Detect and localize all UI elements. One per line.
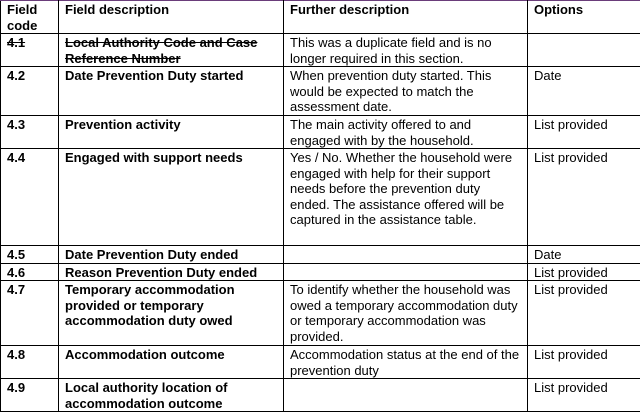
table-row: 4.3 Prevention activity The main activit… <box>1 116 640 149</box>
field-definitions-table: Field code Field description Further des… <box>0 0 640 412</box>
options-cell: Date <box>528 67 640 116</box>
field-code-cell: 4.9 <box>1 379 59 412</box>
header-options: Options <box>528 1 640 34</box>
further-description-cell: To identify whether the household was ow… <box>284 281 528 346</box>
field-description-cell: Date Prevention Duty started <box>59 67 284 116</box>
field-code-cell: 4.6 <box>1 263 59 281</box>
field-code-cell: 4.3 <box>1 116 59 149</box>
field-description-cell: Reason Prevention Duty ended <box>59 263 284 281</box>
field-description-cell: Local Authority Code and Case Reference … <box>59 34 284 67</box>
table-row: 4.8 Accommodation outcome Accommodation … <box>1 346 640 379</box>
options-cell: List provided <box>528 379 640 412</box>
header-row: Field code Field description Further des… <box>1 1 640 34</box>
further-description-cell: Accommodation status at the end of the p… <box>284 346 528 379</box>
further-description-cell <box>284 379 528 412</box>
field-description-cell: Temporary accommodation provided or temp… <box>59 281 284 346</box>
table-row: 4.1 Local Authority Code and Case Refere… <box>1 34 640 67</box>
field-code-cell: 4.1 <box>1 34 59 67</box>
options-cell: List provided <box>528 281 640 346</box>
table-row: 4.5 Date Prevention Duty ended Date <box>1 246 640 264</box>
table-row: 4.6 Reason Prevention Duty ended List pr… <box>1 263 640 281</box>
field-code-cell: 4.2 <box>1 67 59 116</box>
field-code-cell: 4.7 <box>1 281 59 346</box>
table-row: 4.4 Engaged with support needs Yes / No.… <box>1 149 640 246</box>
further-description-cell: When prevention duty started. This would… <box>284 67 528 116</box>
options-cell: List provided <box>528 116 640 149</box>
field-code-cell: 4.4 <box>1 149 59 246</box>
options-cell: List provided <box>528 263 640 281</box>
header-field-code: Field code <box>1 1 59 34</box>
options-cell <box>528 34 640 67</box>
table-row: 4.2 Date Prevention Duty started When pr… <box>1 67 640 116</box>
table-row: 4.7 Temporary accommodation provided or … <box>1 281 640 346</box>
further-description-cell <box>284 263 528 281</box>
table-row: 4.9 Local authority location of accommod… <box>1 379 640 412</box>
further-description-cell: Yes / No. Whether the household were eng… <box>284 149 528 246</box>
options-cell: List provided <box>528 346 640 379</box>
further-description-cell: The main activity offered to and engaged… <box>284 116 528 149</box>
field-code-cell: 4.5 <box>1 246 59 264</box>
header-further-description: Further description <box>284 1 528 34</box>
header-field-description: Field description <box>59 1 284 34</box>
further-description-cell: This was a duplicate field and is no lon… <box>284 34 528 67</box>
options-cell: Date <box>528 246 640 264</box>
field-description-cell: Engaged with support needs <box>59 149 284 246</box>
further-description-cell <box>284 246 528 264</box>
field-description-cell: Date Prevention Duty ended <box>59 246 284 264</box>
field-description-cell: Local authority location of accommodatio… <box>59 379 284 412</box>
field-code-cell: 4.8 <box>1 346 59 379</box>
field-description-cell: Prevention activity <box>59 116 284 149</box>
field-description-cell: Accommodation outcome <box>59 346 284 379</box>
options-cell: List provided <box>528 149 640 246</box>
